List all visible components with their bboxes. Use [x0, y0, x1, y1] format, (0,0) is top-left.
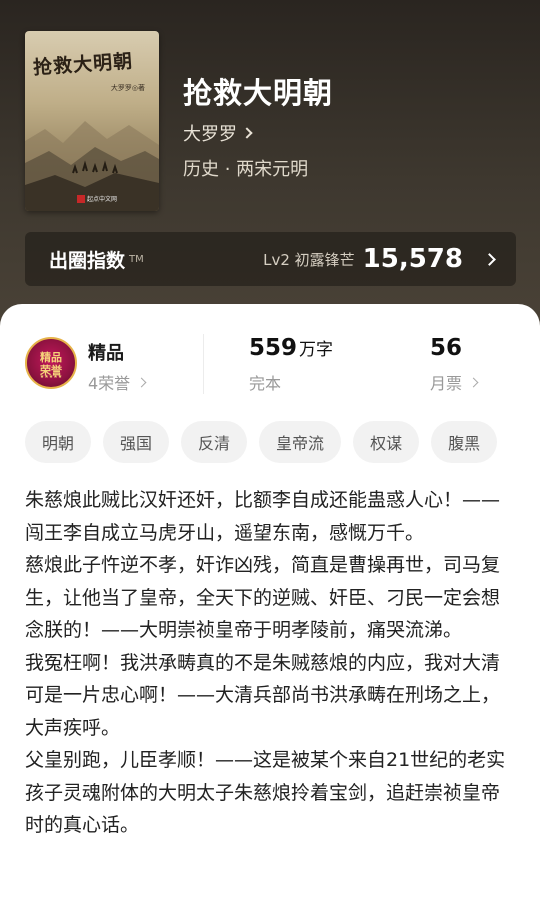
tag-chip[interactable]: 腹黑	[431, 421, 498, 463]
quality-badge-icon[interactable]: 精品 荣誉 ★★★★★	[25, 337, 77, 389]
monthly-ticket-label: 月票	[430, 374, 463, 393]
tag-chip[interactable]: 明朝	[25, 421, 92, 463]
book-detail-card: 精品 荣誉 ★★★★★ 精品 4荣誉 559 万字 完本 56 月票 明朝 强国 …	[0, 304, 540, 909]
synopsis-paragraph: 我冤枉啊！我洪承畴真的不是朱贼慈烺的内应，我对大清可是一片忠心啊！——大清兵部尚…	[25, 651, 501, 739]
author-name: 大罗罗	[183, 124, 237, 145]
tag-chip[interactable]: 权谋	[353, 421, 420, 463]
completion-status: 完本	[249, 374, 282, 393]
index-label: 出圈指数	[49, 249, 126, 272]
cover-brand-text: 起点中文网	[87, 195, 118, 203]
cover-publisher-logo: 起点中文网	[77, 194, 118, 203]
word-count: 559 万字	[249, 335, 333, 361]
synopsis-paragraph: 父皇别跑，儿臣孝顺！——这是被某个来自21世纪的老实孩子灵魂附体的大明太子朱慈烺…	[25, 749, 506, 836]
trademark-mark: TM	[129, 253, 144, 265]
author-link[interactable]: 大罗罗	[183, 120, 253, 146]
badge-stars: ★★★★★	[39, 374, 63, 380]
chevron-right-icon	[136, 377, 147, 387]
book-genre[interactable]: 历史 · 两宋元明	[183, 155, 308, 181]
word-count-unit: 万字	[299, 340, 334, 360]
stats-row: 精品 荣誉 ★★★★★ 精品 4荣誉 559 万字 完本 56 月票	[0, 334, 540, 404]
chevron-right-icon	[241, 127, 253, 139]
monthly-ticket-link[interactable]: 月票	[430, 370, 479, 394]
tag-list: 明朝 强国 反清 皇帝流 权谋 腹黑	[25, 421, 540, 463]
tag-chip[interactable]: 反清	[181, 421, 248, 463]
honors-link[interactable]: 4荣誉	[88, 370, 147, 394]
quality-label: 精品	[88, 343, 124, 364]
index-level: Lv2 初露锋芒	[263, 250, 355, 269]
cover-author: 大罗罗◎著	[110, 84, 145, 92]
book-cover[interactable]: 抢救大明朝 大罗罗◎著 起点中文网	[25, 31, 159, 211]
index-value-group: Lv2 初露锋芒 15,578	[263, 244, 496, 274]
cover-title: 抢救大明朝	[32, 50, 134, 80]
book-header: 抢救大明朝 大罗罗◎著 起点中文网 抢救大明朝 大罗罗 历史 · 两宋元明 出圈…	[0, 0, 540, 330]
honors-count: 4荣誉	[88, 374, 131, 393]
popularity-index-bar[interactable]: 出圈指数 TM Lv2 初露锋芒 15,578	[25, 232, 516, 286]
book-synopsis[interactable]: 朱慈烺此贼比汉奸还奸，比额李自成还能蛊惑人心！——闯王李自成立马虎牙山，遥望东南…	[25, 484, 515, 842]
monthly-ticket-count: 56	[430, 335, 463, 361]
chevron-right-icon	[468, 377, 479, 387]
tag-chip[interactable]: 皇帝流	[259, 421, 342, 463]
index-value: 15,578	[362, 244, 463, 274]
synopsis-paragraph: 朱慈烺此贼比汉奸还奸，比额李自成还能蛊惑人心！——闯王李自成立马虎牙山，遥望东南…	[25, 489, 501, 544]
synopsis-paragraph: 慈烺此子忤逆不孝，奸诈凶残，简直是曹操再世，司马复生，让他当了皇帝，全天下的逆贼…	[25, 554, 501, 641]
book-title: 抢救大明朝	[183, 76, 334, 110]
badge-line1: 精品	[40, 351, 62, 364]
tag-chip[interactable]: 强国	[103, 421, 170, 463]
stats-divider	[203, 334, 204, 394]
chevron-right-icon	[483, 252, 496, 266]
word-count-number: 559	[249, 335, 298, 361]
